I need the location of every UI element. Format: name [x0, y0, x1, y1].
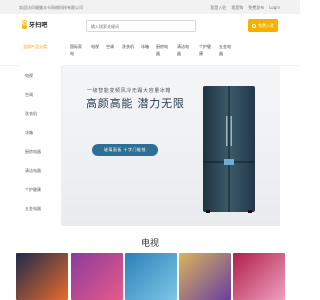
sidebar-item-tv[interactable]: 电视 [25, 73, 33, 79]
sidebar-item-kitchen[interactable]: 厨房电器 [25, 149, 41, 155]
sidebar-item-hardware[interactable]: 五金电器 [25, 206, 41, 212]
top-link-login[interactable]: Login [269, 5, 280, 11]
logo-text: 牙扫吧 [29, 21, 48, 29]
all-categories-tab[interactable]: 全部产品分类 [20, 40, 62, 66]
main-nav: 全部产品分类 国际家电 电视 空调 洗衣机 冰箱 厨房电器 清洁电器 个护健康 … [0, 40, 300, 66]
user-icon [252, 23, 256, 28]
sidebar-item-washer[interactable]: 洗衣机 [25, 111, 37, 117]
nav-item-cleaning[interactable]: 清洁电器 [177, 43, 191, 57]
nav-item-fridge[interactable]: 冰箱 [141, 43, 155, 50]
logo-mark-icon: 扫 [22, 19, 28, 29]
sidebar-item-ac[interactable]: 空调 [25, 92, 33, 98]
section-title: 电视 [140, 239, 159, 249]
top-link-buy[interactable]: 我是购 [231, 5, 243, 11]
nav-item-personal-care[interactable]: 个护健康 [199, 43, 213, 57]
banner-subtitle: 一级智能变频风冷无霜大容量冰箱 [87, 88, 172, 94]
nav-item-tv[interactable]: 电视 [91, 43, 105, 50]
logo[interactable]: 扫 牙扫吧 [22, 17, 47, 31]
sidebar-item-personal-care[interactable]: 个护健康 [25, 187, 41, 193]
sidebar-item-cleaning[interactable]: 清洁电器 [25, 168, 41, 174]
top-links: 我是入驻 我是购 免费发布 Login [210, 5, 280, 11]
product-thumb-1[interactable] [16, 253, 68, 300]
nav-item-international[interactable]: 国际家电 [70, 43, 84, 57]
page: 欢迎访问顺徽丰卡网络科技有限公司 我是入驻 我是购 免费发布 Login 扫 牙… [0, 0, 300, 300]
nav-item-washer[interactable]: 洗衣机 [122, 43, 136, 50]
banner-headline: 高颜高能 潜力无限 [86, 97, 185, 110]
category-sidebar: 电视 空调 洗衣机 冰箱 厨房电器 清洁电器 个护健康 五金电器 [20, 66, 62, 226]
nav-item-kitchen[interactable]: 厨房电器 [156, 43, 170, 57]
nav-item-ac[interactable]: 空调 [106, 43, 120, 50]
hero-banner[interactable]: 一级智能变频风冷无霜大容量冰箱 高颜高能 潜力无限 玻璃面板 十字门能效 [62, 66, 280, 226]
sidebar-item-fridge[interactable]: 冰箱 [25, 130, 33, 136]
top-link-join[interactable]: 我是入驻 [210, 5, 226, 11]
fridge-image [203, 86, 255, 213]
banner-cta-button[interactable]: 玻璃面板 十字门能效 [92, 144, 158, 156]
product-thumb-3[interactable] [125, 253, 177, 300]
nav-item-hardware[interactable]: 五金电器 [219, 43, 233, 57]
join-button[interactable]: 免费入驻 [248, 19, 278, 32]
join-button-label: 免费入驻 [258, 22, 274, 28]
top-link-publish[interactable]: 免费发布 [248, 5, 264, 11]
welcome-text: 欢迎访问顺徽丰卡网络科技有限公司 [19, 5, 83, 10]
product-thumb-5[interactable] [233, 253, 285, 300]
top-bar: 欢迎访问顺徽丰卡网络科技有限公司 我是入驻 我是购 免费发布 Login [0, 0, 300, 14]
product-thumb-2[interactable] [71, 253, 123, 300]
search-input[interactable] [86, 20, 196, 32]
product-thumb-4[interactable] [179, 253, 231, 300]
